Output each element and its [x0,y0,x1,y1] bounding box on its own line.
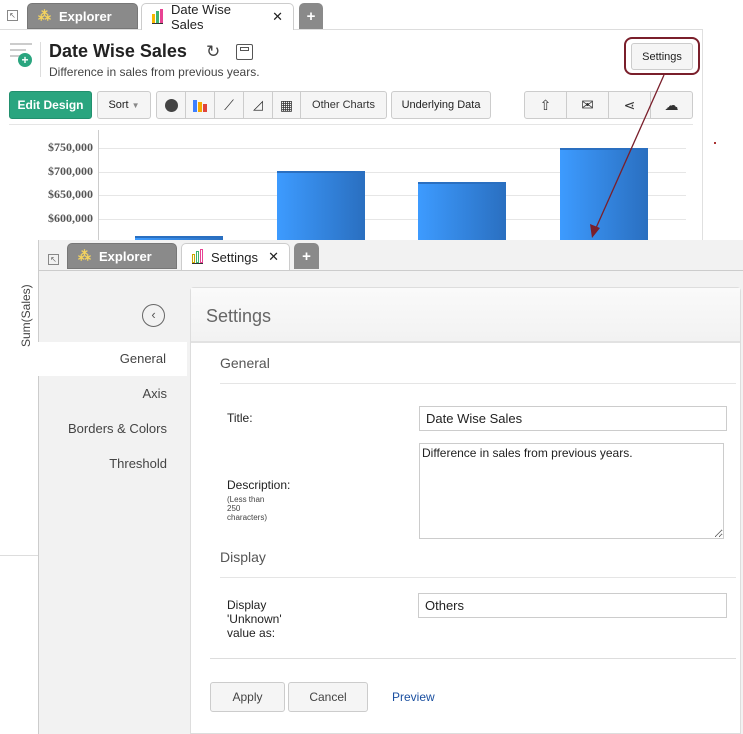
divider [210,658,736,659]
back-button[interactable]: ‹ [142,304,165,327]
sidebar-item-axis[interactable]: Axis [38,386,188,401]
annotation-arrow [590,74,665,238]
tab-settings[interactable]: Settings ✕ [181,243,290,270]
settings-heading: Settings [206,306,272,326]
display-heading: Display [220,549,266,565]
restore-icon[interactable]: ↖ [48,254,59,265]
new-tab-button[interactable]: + [294,243,319,269]
cancel-button[interactable]: Cancel [288,682,368,712]
sidebar-item-general[interactable]: General [38,342,187,376]
tab-explorer[interactable]: ⁂ Explorer [67,243,177,269]
description-label: Description: [227,478,291,492]
divider [220,577,736,578]
tab-bar-divider [39,270,743,271]
description-hint: (Less than 250 characters) [227,495,268,522]
preview-link[interactable]: Preview [392,690,435,704]
unknown-value-label: Display 'Unknown' value as: [227,598,282,640]
description-textarea[interactable]: Difference in sales from previous years. [419,443,724,539]
explorer-icon: ⁂ [78,248,91,263]
title-input[interactable] [419,406,727,431]
unknown-value-input[interactable] [418,593,727,618]
bar-chart-icon [192,249,203,264]
close-icon[interactable]: ✕ [268,249,279,265]
sidebar-item-threshold[interactable]: Threshold [38,456,188,471]
y-axis-label: Sum(Sales) [19,284,33,347]
divider [220,383,736,384]
title-label: Title: [227,411,253,425]
settings-header: Settings [191,288,740,343]
general-heading: General [220,355,270,371]
apply-button[interactable]: Apply [210,682,285,712]
sidebar-item-borders-colors[interactable]: Borders & Colors [38,421,188,436]
